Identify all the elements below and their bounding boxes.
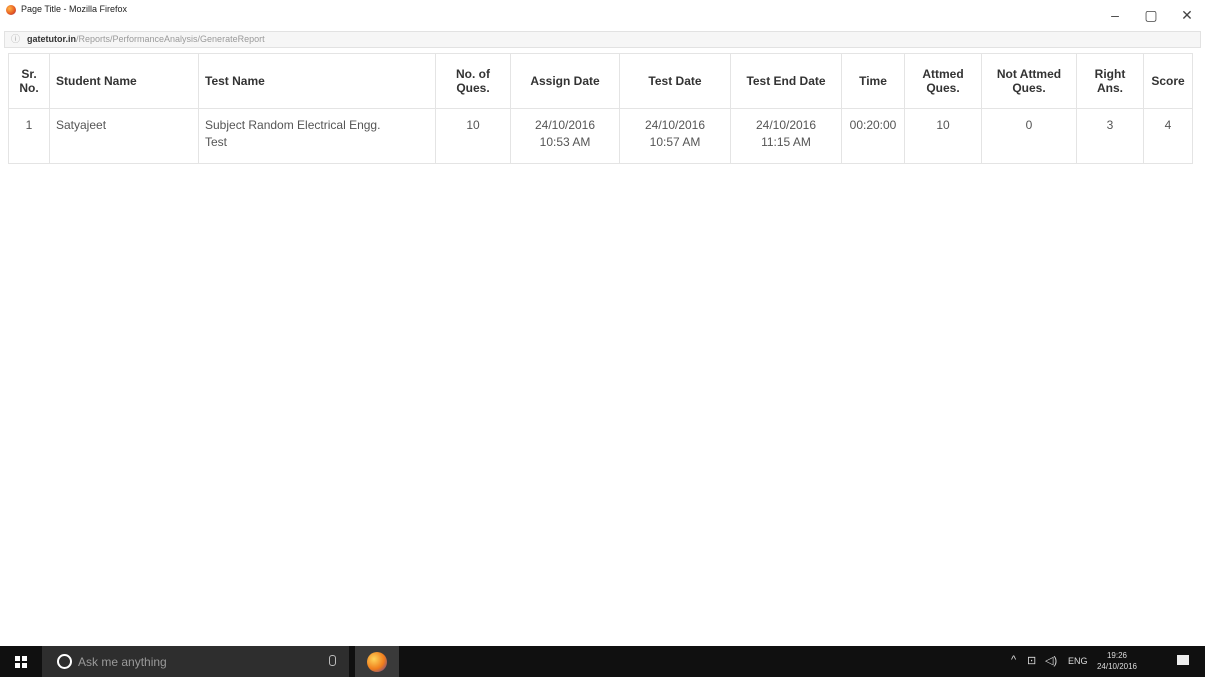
clock[interactable]: 19:26 24/10/2016: [1095, 650, 1139, 672]
cell-student-name: Satyajeet: [49, 108, 199, 164]
network-icon[interactable]: ⊡: [1027, 654, 1036, 667]
windows-start-icon[interactable]: [15, 656, 27, 668]
volume-icon[interactable]: ◁): [1045, 654, 1057, 667]
cell-right-ans: 3: [1076, 108, 1144, 164]
cell-not-attmed-ques: 0: [981, 108, 1077, 164]
chevron-up-icon[interactable]: ^: [1011, 654, 1016, 666]
cell-score: 4: [1143, 108, 1193, 164]
header-not-attmed-ques: Not Attmed Ques.: [981, 53, 1077, 109]
address-bar[interactable]: ⓘ gatetutor.in/Reports/PerformanceAnalys…: [4, 31, 1201, 48]
language-indicator[interactable]: ENG: [1068, 656, 1088, 666]
window-title: Page Title - Mozilla Firefox: [21, 4, 128, 14]
header-attmed-ques: Attmed Ques.: [904, 53, 982, 109]
firefox-taskbar-button[interactable]: [355, 646, 399, 677]
cell-test-end-date: 24/10/2016 11:15 AM: [730, 108, 842, 164]
cortana-search-box[interactable]: Ask me anything: [42, 646, 349, 677]
table-row: 1 Satyajeet Subject Random Electrical En…: [8, 108, 1193, 164]
window-controls: – ▢ ✕: [1097, 0, 1205, 30]
close-button[interactable]: ✕: [1169, 0, 1205, 30]
taskbar: Ask me anything ^ ⊡ ◁) ENG 19:26 24/10/2…: [0, 646, 1205, 677]
table-header-row: Sr. No. Student Name Test Name No. of Ques…: [8, 53, 1193, 109]
notification-icon[interactable]: [1177, 655, 1189, 665]
firefox-icon: [6, 5, 16, 15]
performance-report-table: Sr. No. Student Name Test Name No. of Ques…: [8, 53, 1193, 164]
header-test-date: Test Date: [619, 53, 731, 109]
header-score: Score: [1143, 53, 1193, 109]
header-test-end-date: Test End Date: [730, 53, 842, 109]
restore-button[interactable]: ▢: [1133, 0, 1169, 30]
cell-test-date: 24/10/2016 10:57 AM: [619, 108, 731, 164]
header-time: Time: [841, 53, 905, 109]
cell-time: 00:20:00: [841, 108, 905, 164]
clock-time: 19:26: [1106, 651, 1128, 660]
clock-date: 24/10/2016: [1096, 662, 1138, 671]
cell-assign-date: 24/10/2016 10:53 AM: [510, 108, 620, 164]
minimize-button[interactable]: –: [1097, 0, 1133, 30]
header-test-name: Test Name: [198, 53, 436, 109]
cell-no-of-ques: 10: [435, 108, 511, 164]
url-text: gatetutor.in/Reports/PerformanceAnalysis…: [27, 32, 265, 47]
url-path: /Reports/PerformanceAnalysis/GenerateRep…: [76, 34, 265, 44]
firefox-icon: [367, 652, 387, 672]
search-placeholder: Ask me anything: [78, 655, 167, 669]
window-titlebar: Page Title - Mozilla Firefox – ▢ ✕: [0, 0, 1205, 30]
header-student-name: Student Name: [49, 53, 199, 109]
cell-attmed-ques: 10: [904, 108, 982, 164]
url-host: gatetutor.in: [27, 34, 76, 44]
cortana-icon: [57, 654, 72, 669]
header-no-of-ques: No. of Ques.: [435, 53, 511, 109]
cell-test-name: Subject Random Electrical Engg. Test: [198, 108, 436, 164]
info-icon[interactable]: ⓘ: [11, 32, 20, 47]
header-sr-no: Sr. No.: [8, 53, 50, 109]
microphone-icon[interactable]: [329, 655, 336, 666]
header-assign-date: Assign Date: [510, 53, 620, 109]
header-right-ans: Right Ans.: [1076, 53, 1144, 109]
cell-sr-no: 1: [8, 108, 50, 164]
